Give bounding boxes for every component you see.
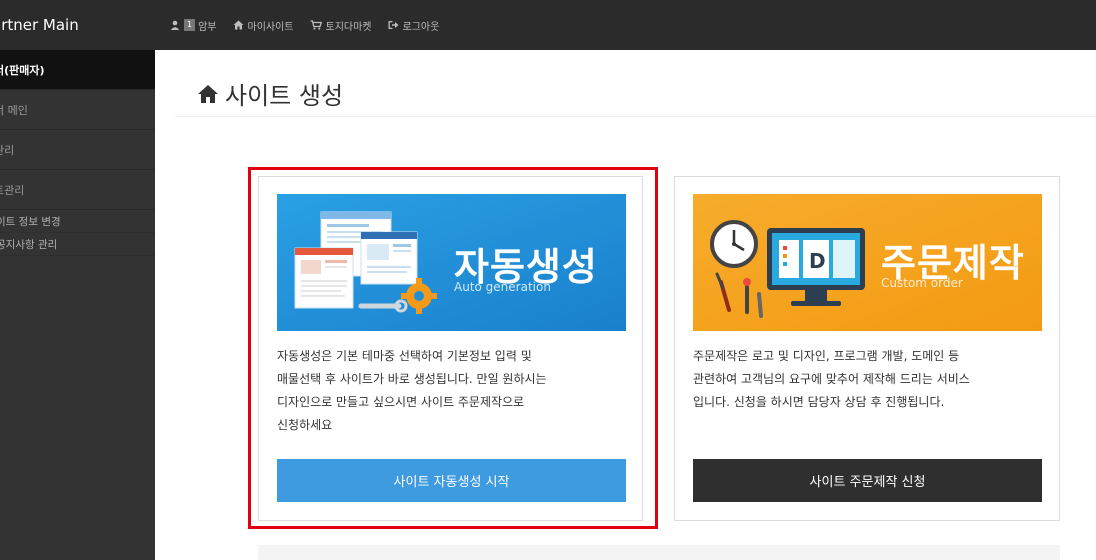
sidebar-subitem-notice[interactable]: 공지사항 관리: [0, 233, 155, 256]
sidebar-subitem-site-info[interactable]: 이트 정보 변경: [0, 210, 155, 233]
top-nav: 1 암부 마이사이트 토지다마켓 로그아웃: [170, 0, 455, 50]
request-custom-order-button[interactable]: 사이트 주문제작 신청: [693, 459, 1042, 502]
nav-logout[interactable]: 로그아웃: [388, 18, 440, 33]
custom-order-card: D 주문제작 Custom order 주문제작은 로고 및 디자인, 프로그램…: [674, 176, 1060, 521]
home-icon: [198, 84, 218, 103]
nav-user[interactable]: 1 암부: [170, 18, 217, 33]
top-bar: artner Main 1 암부 마이사이트 토지다마켓 로그아웃: [0, 0, 1096, 50]
sidebar: 너(판매자) 너 메인 관리 트관리 이트 정보 변경 공지사항 관리: [0, 50, 155, 560]
sidebar-item-label: 관리: [0, 143, 15, 157]
sidebar-item-site-manage[interactable]: 트관리: [0, 170, 155, 210]
user-badge: 1: [184, 19, 196, 31]
sidebar-item-label: 너(판매자): [0, 63, 45, 77]
nav-mysite-label: 마이사이트: [247, 21, 294, 33]
brand[interactable]: artner Main: [0, 0, 155, 50]
sidebar-item-main[interactable]: 너 메인: [0, 90, 155, 130]
nav-logout-label: 로그아웃: [402, 21, 440, 33]
description-line: 입니다. 신청을 하시면 담당자 상담 후 진행됩니다.: [693, 395, 945, 409]
cart-icon: [310, 20, 322, 30]
custom-order-description: 주문제작은 로고 및 디자인, 프로그램 개발, 도메인 등 관련하여 고객님의…: [693, 345, 1043, 414]
bottom-panel: [258, 545, 1060, 560]
page-title-text: 사이트 생성: [225, 82, 344, 110]
nav-market-label: 토지다마켓: [325, 21, 372, 33]
svg-text:D: D: [809, 249, 826, 273]
custom-order-banner: D 주문제작 Custom order: [693, 194, 1042, 331]
sidebar-subitem-label: 공지사항 관리: [0, 238, 58, 251]
user-icon: [170, 20, 180, 30]
sidebar-item-manage[interactable]: 관리: [0, 130, 155, 170]
custom-banner-subtitle: Custom order: [881, 276, 963, 290]
sidebar-item-label: 너 메인: [0, 103, 28, 117]
home-icon: [233, 20, 243, 30]
title-divider: [175, 116, 1096, 117]
page-title: 사이트 생성: [197, 76, 343, 111]
sidebar-subitem-label: 이트 정보 변경: [0, 215, 61, 228]
brand-title: artner Main: [0, 16, 79, 34]
design-tools-illustration-icon: D: [710, 220, 865, 318]
nav-market[interactable]: 토지다마켓: [310, 18, 372, 33]
logout-icon: [388, 21, 398, 29]
nav-user-label: 암부: [198, 21, 217, 33]
main-content: 사이트 생성 자동생성 Auto generation 자동생성은 기본 테마중…: [155, 50, 1096, 560]
description-line: 관련하여 고객님의 요구에 맞추어 제작해 드리는 서비스: [693, 372, 970, 386]
description-line: 주문제작은 로고 및 디자인, 프로그램 개발, 도메인 등: [693, 349, 960, 363]
sidebar-item-seller[interactable]: 너(판매자): [0, 50, 155, 90]
highlight-box: [248, 167, 658, 529]
nav-mysite[interactable]: 마이사이트: [233, 18, 294, 33]
sidebar-item-label: 트관리: [0, 183, 25, 197]
